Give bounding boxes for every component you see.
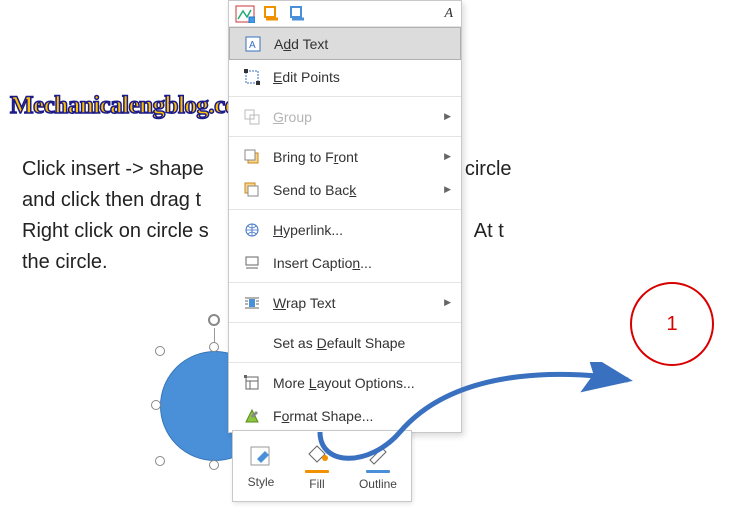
style-gallery-icon[interactable] <box>235 5 255 23</box>
ctx-group: Group ▶ <box>229 100 461 133</box>
ctx-send-to-back[interactable]: Send to Back ▶ <box>229 173 461 206</box>
annotation-circle: 1 <box>630 282 714 366</box>
ctx-label: Edit Points <box>273 69 340 85</box>
add-text-icon: A <box>242 36 264 52</box>
ctx-label: Bring to Front <box>273 149 358 165</box>
ctx-label: Format Shape... <box>273 408 373 424</box>
edit-points-icon <box>241 69 263 85</box>
submenu-arrow-icon: ▶ <box>444 151 451 162</box>
ctx-label: Wrap Text <box>273 295 336 311</box>
resize-handle[interactable] <box>209 342 219 352</box>
fill-bucket-icon <box>303 442 331 466</box>
resize-handle[interactable] <box>155 456 165 466</box>
mini-fill-button[interactable]: Fill <box>303 442 331 491</box>
separator <box>229 136 461 137</box>
hyperlink-icon <box>241 222 263 238</box>
ctx-label: Send to Back <box>273 182 356 198</box>
ctx-insert-caption[interactable]: Insert Caption... <box>229 246 461 279</box>
ctx-add-text[interactable]: A Add Text <box>229 27 461 60</box>
group-icon <box>241 109 263 125</box>
ctx-wrap-text[interactable]: Wrap Text ▶ <box>229 286 461 319</box>
format-shape-icon <box>241 408 263 424</box>
ctx-more-layout[interactable]: More Layout Options... <box>229 366 461 399</box>
resize-handle[interactable] <box>151 400 161 410</box>
context-menu: A A Add Text Edit Points Group ▶ Bring t… <box>228 0 462 433</box>
ctx-set-default[interactable]: Set as Default Shape <box>229 326 461 359</box>
separator <box>229 362 461 363</box>
ctx-label: Group <box>273 109 312 125</box>
separator <box>229 209 461 210</box>
ctx-label: Insert Caption... <box>273 255 372 271</box>
body-line4: the circle. <box>22 251 108 273</box>
annotation-number: 1 <box>666 313 677 336</box>
bring-front-icon <box>241 149 263 165</box>
ctx-label: Set as Default Shape <box>273 335 405 351</box>
fill-bucket-icon[interactable] <box>263 5 281 23</box>
body-line1a: Click insert -> shape <box>22 158 209 180</box>
submenu-arrow-icon: ▶ <box>444 184 451 195</box>
ctx-label: More Layout Options... <box>273 375 415 391</box>
mini-label: Outline <box>359 477 397 491</box>
body-line1b: circle <box>465 158 512 180</box>
separator <box>229 322 461 323</box>
outline-pen-icon <box>364 442 392 466</box>
ctx-bring-to-front[interactable]: Bring to Front ▶ <box>229 140 461 173</box>
separator <box>229 96 461 97</box>
outline-color-line <box>366 470 390 473</box>
layout-options-icon <box>241 375 263 391</box>
caption-icon <box>241 255 263 271</box>
svg-text:A: A <box>249 40 256 51</box>
body-line3a: Right click on circle s <box>22 220 209 242</box>
separator <box>229 282 461 283</box>
wrap-text-icon <box>241 295 263 311</box>
ctx-label: Hyperlink... <box>273 222 343 238</box>
ctx-label: Add Text <box>274 36 328 52</box>
context-menu-quick-icons: A <box>229 1 461 27</box>
body-line3b: At t <box>474 220 504 242</box>
watermark-text: Mechanicalengblog.com <box>10 92 257 120</box>
body-line2a: and click then drag t <box>22 189 201 211</box>
outline-pen-icon[interactable] <box>289 5 307 23</box>
resize-handle[interactable] <box>155 346 165 356</box>
ctx-edit-points[interactable]: Edit Points <box>229 60 461 93</box>
text-style-label-icon: A <box>444 6 453 22</box>
mini-style-button[interactable]: Style <box>247 443 275 489</box>
ctx-hyperlink[interactable]: Hyperlink... <box>229 213 461 246</box>
ctx-format-shape[interactable]: Format Shape... <box>229 399 461 432</box>
style-brush-icon <box>247 443 275 471</box>
mini-outline-button[interactable]: Outline <box>359 442 397 491</box>
resize-handle[interactable] <box>209 460 219 470</box>
submenu-arrow-icon: ▶ <box>444 111 451 122</box>
rotate-handle-icon[interactable] <box>208 314 220 326</box>
mini-label: Fill <box>309 477 324 491</box>
send-back-icon <box>241 182 263 198</box>
submenu-arrow-icon: ▶ <box>444 297 451 308</box>
mini-label: Style <box>248 475 275 489</box>
mini-format-toolbar: Style Fill Outline <box>232 430 412 502</box>
fill-color-line <box>305 470 329 473</box>
